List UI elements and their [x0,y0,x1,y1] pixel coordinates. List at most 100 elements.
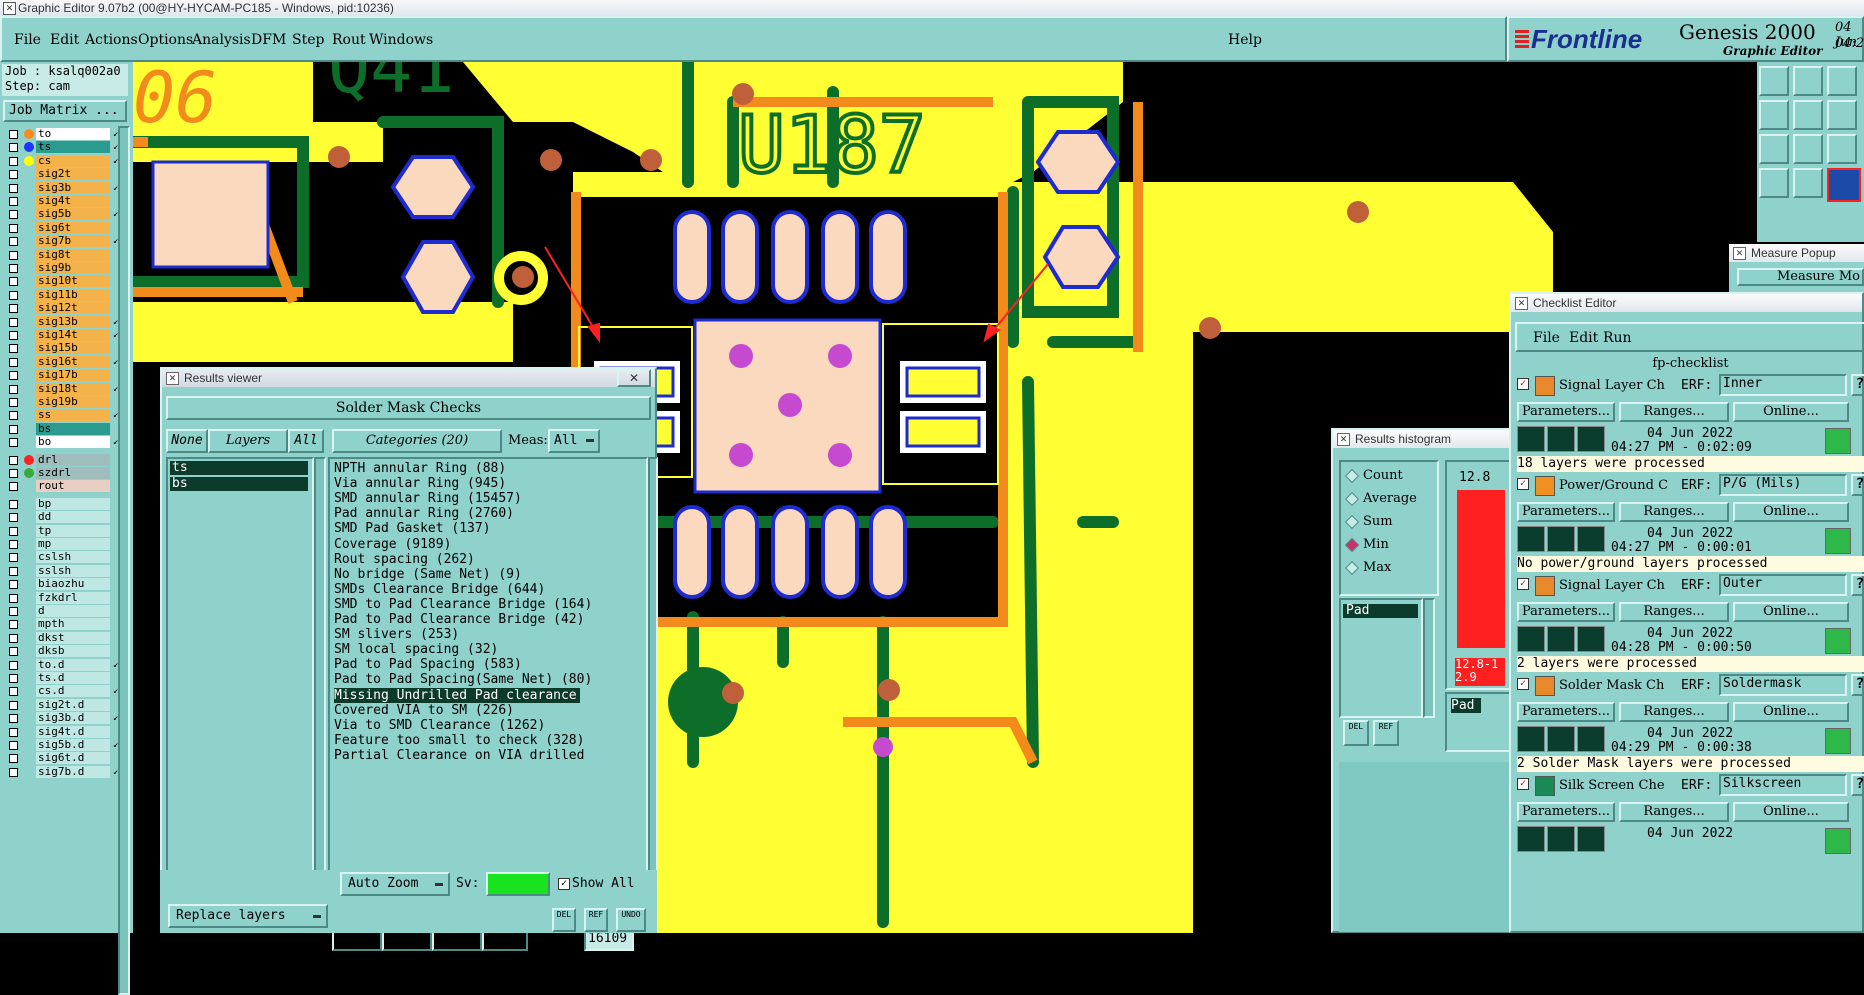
layer-row-ss[interactable]: ss ↙ [6,409,126,422]
layer-name[interactable]: mp [36,538,110,550]
layer-name[interactable]: sig3b.d [36,712,110,725]
category-item[interactable]: Pad to Pad Clearance Bridge (42) [334,612,584,627]
none-button[interactable]: None [166,429,208,453]
layer-list-item[interactable]: ts [170,461,308,475]
layer-row-sig7b-d[interactable]: sig7b.d ↙ [6,765,126,778]
layer-row-sig16t[interactable]: sig16t ↙ [6,355,126,368]
layer-name[interactable]: dd [36,511,110,524]
layer-checkbox[interactable] [9,170,18,180]
layer-list-item[interactable]: bs [170,477,308,491]
layer-checkbox[interactable] [9,660,18,670]
category-item[interactable]: Rout spacing (262) [334,552,475,567]
layer-name[interactable]: sig17b [36,369,110,382]
help-button[interactable]: ? [1851,774,1864,796]
zoom-icon[interactable] [1825,428,1851,454]
run-icon[interactable] [1517,426,1545,452]
layer-checkbox[interactable] [9,317,18,327]
menu-file[interactable]: File [14,32,41,48]
checklist-item-name[interactable]: Signal Layer Ch [1559,578,1677,593]
layer-checkbox[interactable] [9,143,18,153]
layer-checkbox[interactable] [9,210,18,220]
layer-checkbox[interactable] [9,513,18,523]
layer-name[interactable]: ts.d [36,672,110,684]
layer-checkbox[interactable] [9,620,18,630]
layer-name[interactable]: fzkdrl [36,591,110,604]
layer-checkbox[interactable] [9,264,18,273]
job-matrix-button[interactable]: Job Matrix ... [3,100,127,122]
layer-row-ts-d[interactable]: ts.d [6,672,126,684]
layer-name[interactable]: sig7b [36,235,110,248]
save-view-icon[interactable] [1793,66,1823,96]
run-icon[interactable] [1517,726,1545,752]
layer-name[interactable]: d [36,605,110,617]
checklist-item-name[interactable]: Signal Layer Ch [1559,378,1677,393]
layer-name[interactable]: drl [36,453,110,466]
menu-actions[interactable]: Actions [85,32,138,48]
parameters-button[interactable]: Parameters... [1517,802,1615,822]
layer-checkbox[interactable] [9,371,18,381]
building-icon[interactable] [1827,66,1857,96]
layer-name[interactable]: sig14t [36,329,110,341]
menu-windows[interactable]: Windows [369,32,433,48]
layer-checkbox[interactable] [9,438,18,448]
layer-checkbox[interactable] [9,250,18,260]
layer-name[interactable]: sig16t [36,355,110,368]
run-selected-icon[interactable] [1577,426,1605,452]
run-icon[interactable] [1517,626,1545,652]
layer-row-to[interactable]: to ↙ [6,128,126,140]
layer-checkbox[interactable] [9,290,18,300]
online-button[interactable]: Online... [1733,702,1849,722]
layer-row-sig13b[interactable]: sig13b ↙ [6,315,126,328]
checklist-item-checkbox[interactable]: ✓ [1517,678,1529,690]
run-layers-icon[interactable] [1547,826,1575,852]
layer-checkbox[interactable] [9,553,18,563]
layer-name[interactable]: bp [36,497,110,510]
layer-name[interactable]: sig8t [36,248,110,261]
checklist-item-name[interactable]: Silk Screen Che [1559,778,1677,793]
layer-row-sig9b[interactable]: sig9b [6,262,126,274]
ranges-button[interactable]: Ranges... [1619,602,1729,622]
layer-row-sig15b[interactable]: sig15b [6,342,126,355]
zoom-icon[interactable] [1825,628,1851,654]
category-item[interactable]: SM slivers (253) [334,627,459,642]
layer-row-sig11b[interactable]: sig11b [6,288,126,301]
zoom-icon[interactable] [1825,828,1851,854]
help-button[interactable]: ? [1851,574,1864,596]
layer-row-tp[interactable]: tp [6,524,126,537]
layer-row-bo[interactable]: bo ↙ [6,436,126,449]
histogram-option-min[interactable]: Min [1344,535,1435,555]
all-layers-button[interactable]: All [288,429,324,453]
layer-row-sig6t[interactable]: sig6t [6,221,126,234]
layer-checkbox[interactable] [9,469,18,478]
layer-row-cs-d[interactable]: cs.d ↙ [6,685,126,698]
category-item[interactable]: Via annular Ring (945) [334,476,506,491]
layer-checkbox[interactable] [9,687,18,697]
layer-checkbox[interactable] [9,344,18,354]
fit-icon[interactable] [1759,134,1789,164]
run-icon[interactable] [1517,826,1545,852]
category-item[interactable]: SM local spacing (32) [334,642,498,657]
menu-rout[interactable]: Rout [332,32,366,48]
layer-scrollbar[interactable] [118,126,130,995]
category-item[interactable]: Pad to Pad Spacing(Same Net) (80) [334,672,592,687]
layer-name[interactable]: sig4t.d [36,725,110,738]
layer-row-rout[interactable]: rout [6,480,126,493]
layer-name[interactable]: to [36,128,110,140]
histogram-refresh-button[interactable]: REF [1373,720,1399,746]
layer-row-to-d[interactable]: to.d ↙ [6,658,126,671]
run-icon[interactable] [1517,526,1545,552]
layer-name[interactable]: sig13b [36,315,110,328]
layer-checkbox[interactable] [9,499,18,509]
layer-row-sig5b[interactable]: sig5b ↙ [6,208,126,221]
histogram-list-item[interactable]: Pad [1343,604,1418,618]
layers-button[interactable]: Layers [208,429,288,453]
help-button[interactable]: ? [1851,674,1864,696]
zoom-home-icon[interactable] [1759,66,1789,96]
layer-row-bp[interactable]: bp [6,497,126,510]
auto-zoom-select[interactable]: Auto Zoom [340,872,450,896]
ranges-button[interactable]: Ranges... [1619,802,1729,822]
layer-name[interactable]: bo [36,436,110,449]
erf-field[interactable]: Silkscreen [1719,774,1847,796]
erf-field[interactable]: Inner [1719,374,1847,396]
radio-icon[interactable] [1344,491,1360,507]
